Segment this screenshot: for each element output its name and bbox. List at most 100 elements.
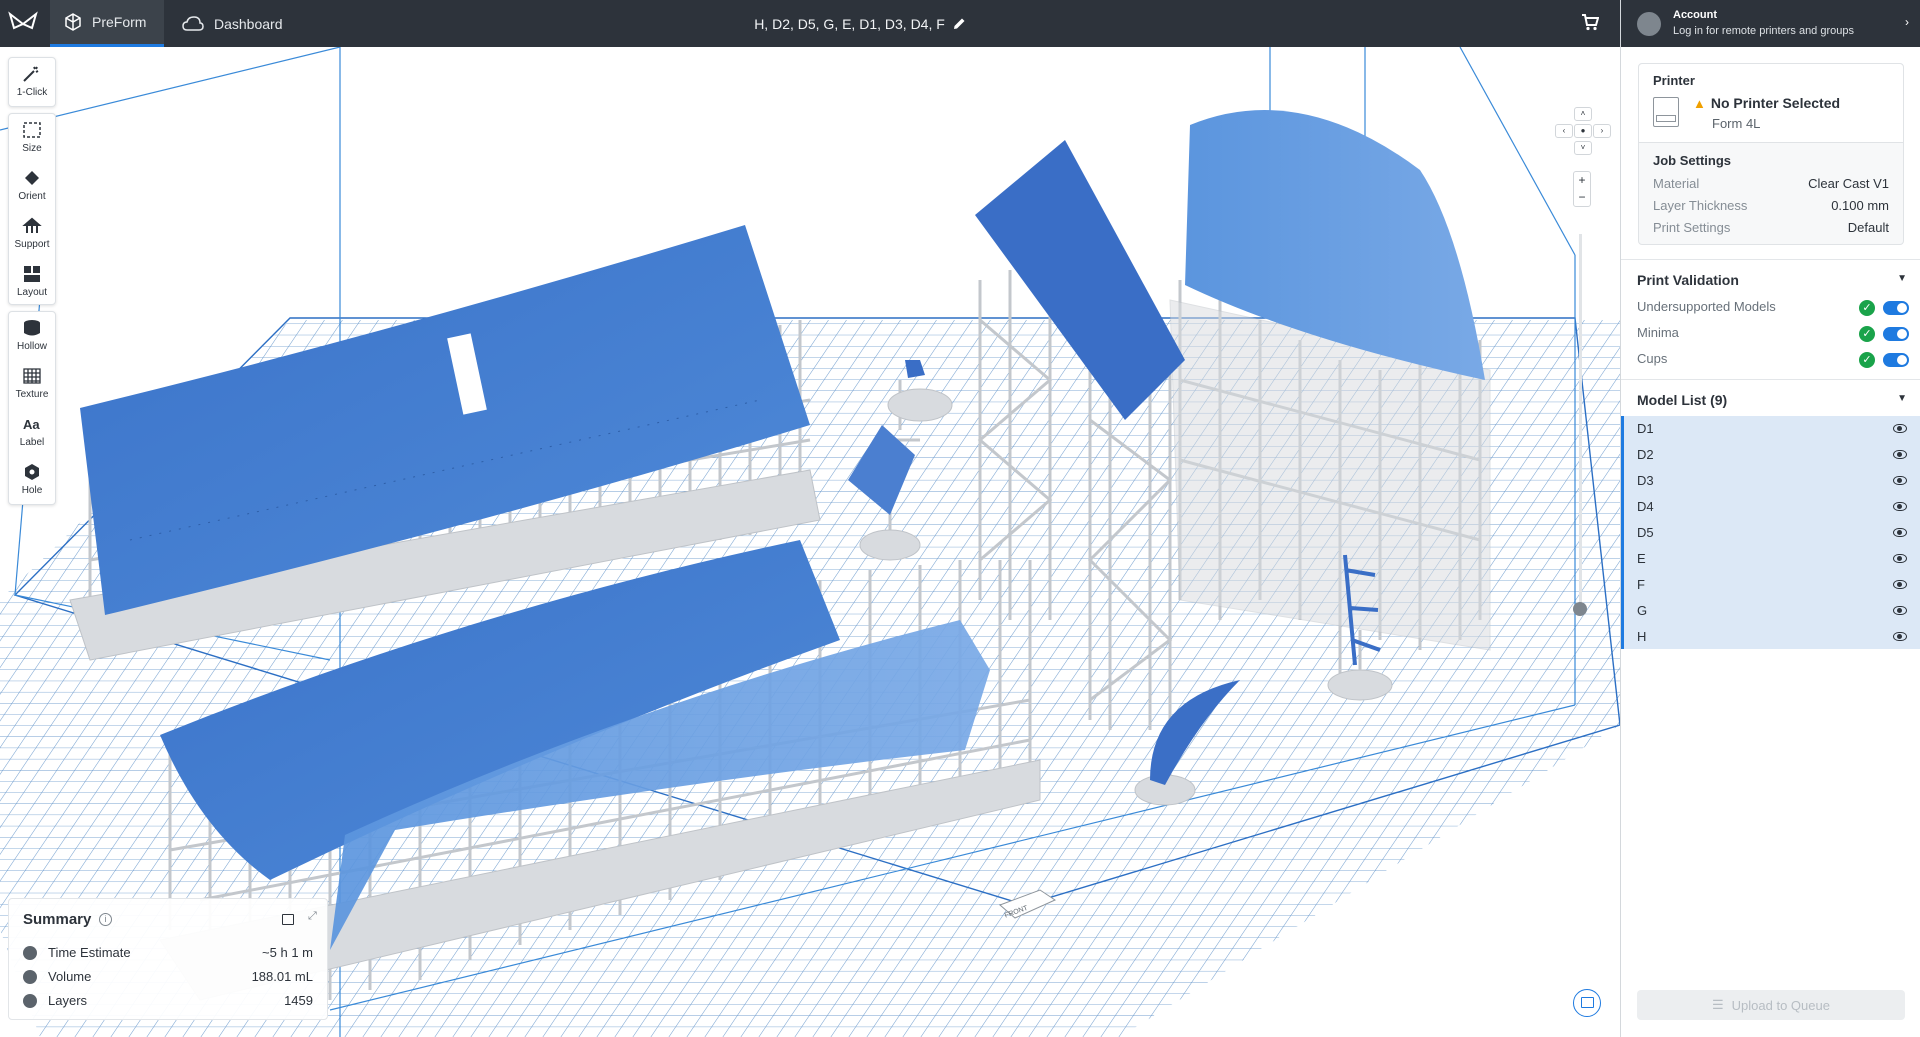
tool-label: Layout [16, 287, 48, 298]
model-name: D3 [1637, 473, 1654, 488]
info-icon[interactable]: i [99, 913, 112, 926]
layer-slider-handle[interactable] [1573, 602, 1587, 616]
list-item[interactable]: D4 [1637, 499, 1917, 525]
tool-label: Hollow [16, 341, 47, 352]
tool-1-click[interactable]: 1-Click [9, 58, 55, 106]
list-item[interactable]: D5 [1637, 525, 1917, 551]
validation-cups: Cups ✓ [1637, 351, 1909, 371]
tab-dashboard-label: Dashboard [214, 15, 283, 32]
tool-hole[interactable]: Hole [9, 456, 55, 504]
eye-icon[interactable] [1893, 502, 1907, 511]
model-list-header[interactable]: Model List (9) ▼ [1621, 379, 1920, 416]
rotate-up-button[interactable]: ˄ [1574, 107, 1592, 121]
list-item[interactable]: F [1637, 577, 1917, 603]
tab-preform[interactable]: PreForm [50, 0, 164, 47]
account-title: Account [1673, 9, 1717, 21]
tool-hollow[interactable]: Hollow [9, 312, 55, 360]
layer-slider-track[interactable] [1579, 234, 1582, 604]
job-setting-print-settings[interactable]: Print Settings Default [1653, 220, 1889, 235]
print-validation-header[interactable]: Print Validation ▼ [1621, 259, 1920, 299]
rotate-right-button[interactable]: › [1593, 124, 1611, 138]
tool-texture[interactable]: Texture [9, 360, 55, 408]
zoom-in-button[interactable]: + [1574, 172, 1590, 189]
printer-card[interactable]: Printer ▲ No Printer Selected Form 4L Job… [1638, 63, 1904, 245]
check-icon: ✓ [1859, 326, 1875, 342]
job-setting-layer-thickness[interactable]: Layer Thickness 0.100 mm [1653, 198, 1889, 213]
tool-label: Size [22, 143, 42, 154]
chevron-right-icon: › [1905, 15, 1909, 29]
job-name-text: H, D2, D5, G, E, D1, D3, D4, F [754, 15, 945, 32]
zoom-out-button[interactable]: − [1574, 189, 1590, 206]
list-item[interactable]: G [1637, 603, 1917, 629]
printer-status-text: No Printer Selected [1710, 95, 1841, 111]
chevron-down-icon: ▼ [1897, 273, 1907, 284]
top-bar: PreForm Dashboard H, D2, D5, G, E, D1, D… [0, 0, 1620, 47]
setting-key: Layer Thickness [1653, 198, 1748, 213]
eye-icon[interactable] [1893, 450, 1907, 459]
printer-model: Form 4L [1712, 116, 1761, 131]
summary-row-layers: Layers 1459 [23, 992, 313, 1010]
support-icon [22, 217, 42, 233]
cart-icon[interactable] [1581, 14, 1599, 31]
build-scene[interactable]: FRONT [0, 47, 1620, 1037]
job-name[interactable]: H, D2, D5, G, E, D1, D3, D4, F [700, 0, 1020, 47]
expand-icon[interactable]: ⤢ [308, 910, 317, 923]
edit-pencil-icon[interactable] [953, 17, 966, 30]
list-item[interactable]: E [1637, 551, 1917, 577]
upload-to-queue-button[interactable]: ☰ Upload to Queue [1637, 990, 1905, 1020]
tab-preform-label: PreForm [92, 14, 147, 30]
rotate-down-button[interactable]: ˅ [1574, 141, 1592, 155]
summary-value: 188.01 mL [251, 969, 313, 984]
validation-label: Cups [1637, 351, 1668, 366]
tool-label[interactable]: Aa Label [9, 408, 55, 456]
check-icon: ✓ [1859, 300, 1875, 316]
feedback-button[interactable] [1573, 989, 1601, 1017]
tool-label: 1-Click [16, 87, 48, 98]
model-name: D5 [1637, 525, 1654, 540]
model-name: D2 [1637, 447, 1654, 462]
avatar [1637, 12, 1661, 36]
tool-size[interactable]: Size [9, 114, 55, 162]
eye-icon[interactable] [1893, 580, 1907, 589]
rotate-left-button[interactable]: ‹ [1555, 124, 1573, 138]
tab-dashboard[interactable]: Dashboard [178, 0, 283, 47]
layout-icon [24, 266, 40, 282]
setting-value: Clear Cast V1 [1808, 176, 1889, 191]
print-validation-title: Print Validation [1637, 272, 1739, 288]
tool-label: Texture [15, 389, 49, 400]
model-name: G [1637, 603, 1648, 618]
list-item[interactable]: D1 [1637, 421, 1917, 447]
tool-support[interactable]: Support [9, 210, 55, 258]
validation-toggle[interactable] [1883, 301, 1909, 315]
summary-key: Layers [48, 993, 88, 1008]
summary-row-time: Time Estimate ~5 h 1 m [23, 944, 313, 962]
model-name: F [1637, 577, 1645, 592]
panel-toggle-icon[interactable] [282, 914, 294, 925]
eye-icon[interactable] [1893, 554, 1907, 563]
eye-icon[interactable] [1893, 528, 1907, 537]
eye-icon[interactable] [1893, 606, 1907, 615]
eye-icon[interactable] [1893, 476, 1907, 485]
account-subtitle: Log in for remote printers and groups [1673, 25, 1854, 37]
list-item[interactable]: D3 [1637, 473, 1917, 499]
job-setting-material[interactable]: Material Clear Cast V1 [1653, 176, 1889, 191]
summary-value: 1459 [284, 993, 313, 1008]
orient-icon [25, 171, 39, 185]
validation-toggle[interactable] [1883, 327, 1909, 341]
volume-icon [23, 970, 37, 984]
account-button[interactable]: Account Log in for remote printers and g… [1621, 0, 1920, 47]
validation-toggle[interactable] [1883, 353, 1909, 367]
tool-layout[interactable]: Layout [9, 258, 55, 306]
list-item[interactable]: H [1637, 629, 1917, 655]
home-view-button[interactable]: ● [1574, 124, 1592, 138]
3d-viewport[interactable]: FRONT 1-Click Size Orient Support Layout… [0, 47, 1620, 1037]
eye-icon[interactable] [1893, 632, 1907, 641]
list-item[interactable]: D2 [1637, 447, 1917, 473]
summary-row-volume: Volume 188.01 mL [23, 968, 313, 986]
eye-icon[interactable] [1893, 424, 1907, 433]
formlabs-logo-icon[interactable] [8, 10, 38, 36]
texture-icon [23, 368, 41, 384]
model-list-title: Model List (9) [1637, 392, 1728, 408]
tool-orient[interactable]: Orient [9, 162, 55, 210]
printer-summary[interactable]: Printer ▲ No Printer Selected Form 4L [1639, 64, 1903, 143]
